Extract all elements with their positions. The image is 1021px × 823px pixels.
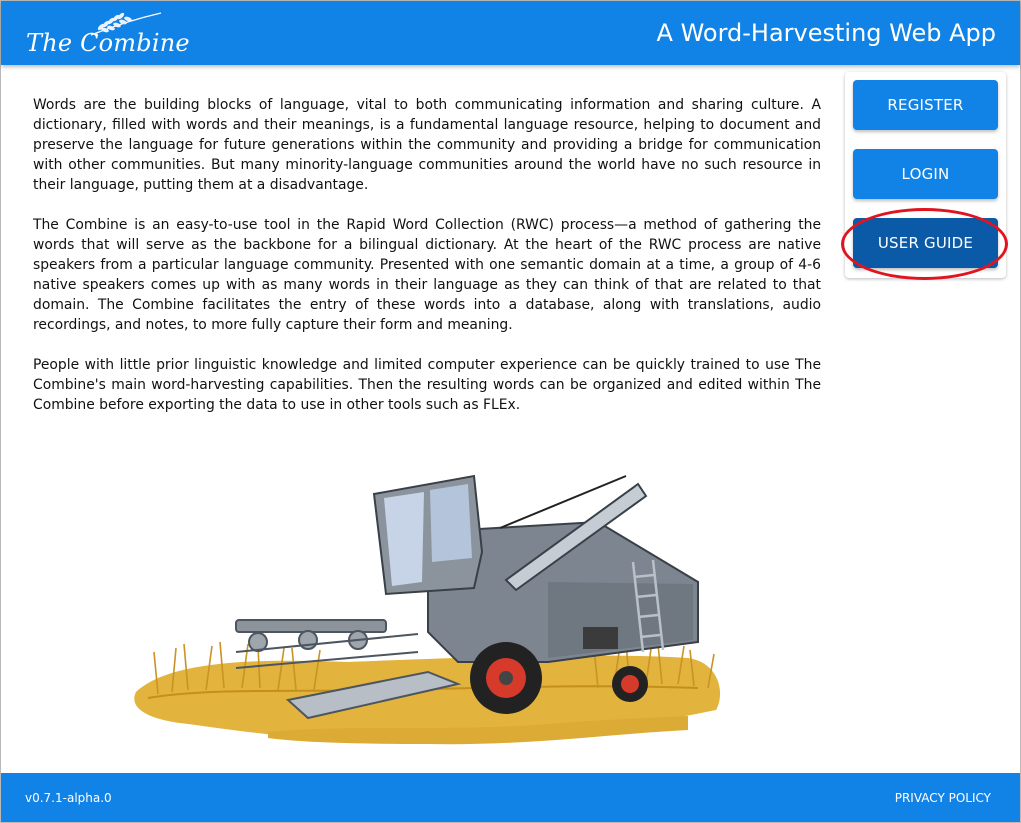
intro-text: Words are the building blocks of languag… [33,95,821,435]
app-footer: v0.7.1-alpha.0 PRIVACY POLICY [1,773,1020,822]
logo[interactable]: The Combine [23,7,190,61]
app-title: A Word-Harvesting Web App [656,19,996,47]
combine-harvester-illustration [128,462,728,752]
intro-paragraph-3: People with little prior linguistic know… [33,357,821,413]
side-button-panel: REGISTER LOGIN USER GUIDE [845,72,1006,278]
user-guide-button[interactable]: USER GUIDE [853,218,998,268]
intro-paragraph-2: The Combine is an easy-to-use tool in th… [33,217,821,333]
privacy-policy-link[interactable]: PRIVACY POLICY [895,791,991,805]
register-button[interactable]: REGISTER [853,80,998,130]
intro-paragraph-1: Words are the building blocks of languag… [33,97,821,193]
combine-harvester-image [134,474,721,745]
logo-text: The Combine [26,29,190,57]
version-label: v0.7.1-alpha.0 [25,791,112,805]
login-button[interactable]: LOGIN [853,149,998,199]
app-header: The Combine A Word-Harvesting Web App [1,1,1020,65]
